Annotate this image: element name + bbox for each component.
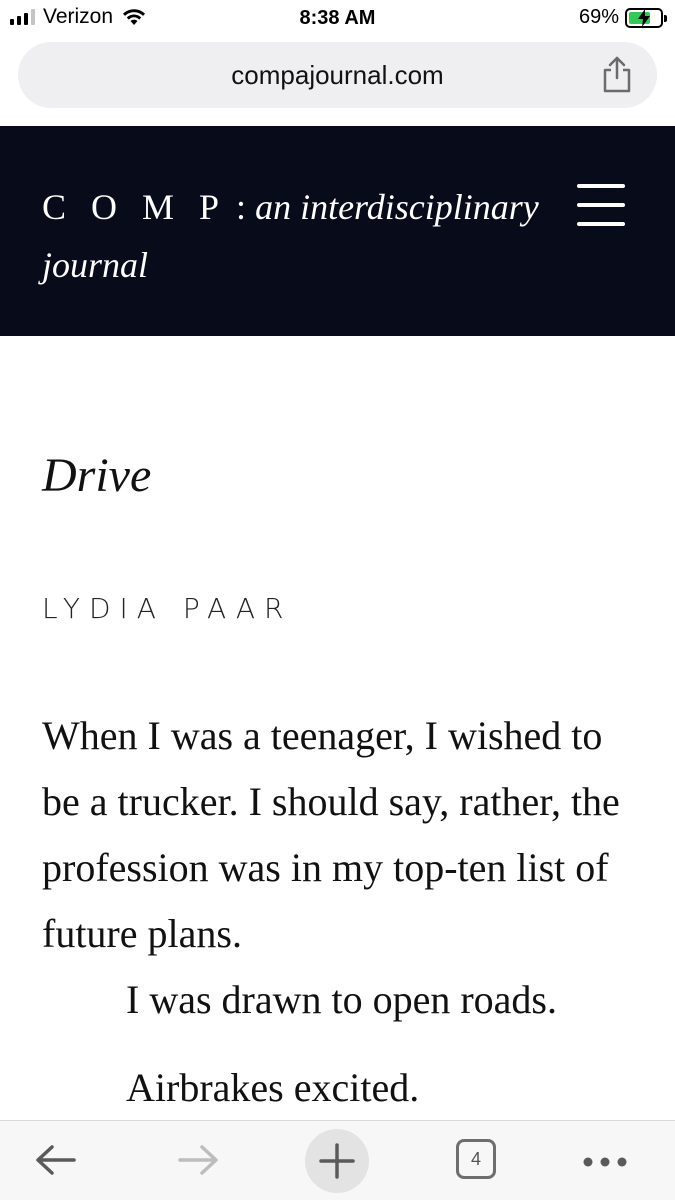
hamburger-menu-icon[interactable] [577, 184, 625, 228]
bolt-icon [638, 8, 650, 27]
plus-icon [319, 1143, 355, 1179]
url-text[interactable]: compajournal.com [18, 60, 657, 91]
more-dots-icon[interactable] [582, 1135, 628, 1185]
article-line: Airbrakes excited. [126, 1065, 420, 1110]
article-line: I was drawn to open roads. [126, 977, 557, 1022]
tabs-icon[interactable]: 4 [456, 1139, 496, 1179]
site-title-brand: C O M P [42, 187, 228, 227]
browser-toolbar: 4 [0, 1120, 675, 1200]
battery-charging-icon [625, 7, 667, 28]
battery-percent: 69% [578, 6, 619, 28]
site-header: C O M P : an interdisciplinary journal [0, 126, 675, 336]
site-title[interactable]: C O M P : an interdisciplinary journal [42, 178, 542, 294]
status-time: 8:38 AM [299, 7, 376, 29]
status-right: 69% [578, 6, 667, 29]
forward-arrow-icon[interactable] [174, 1135, 222, 1185]
article-paragraph: When I was a teenager, I wished to be a … [42, 713, 620, 956]
url-bar[interactable]: compajournal.com [18, 42, 657, 108]
site-title-separator: : [227, 187, 256, 227]
share-icon[interactable] [601, 56, 633, 94]
new-tab-button[interactable] [305, 1129, 369, 1193]
status-bar: Verizon 8:38 AM 69% [0, 0, 675, 36]
article-title: Drive [42, 449, 152, 502]
back-arrow-icon[interactable] [32, 1135, 80, 1185]
article-author: LYDIA PAAR [42, 592, 293, 625]
